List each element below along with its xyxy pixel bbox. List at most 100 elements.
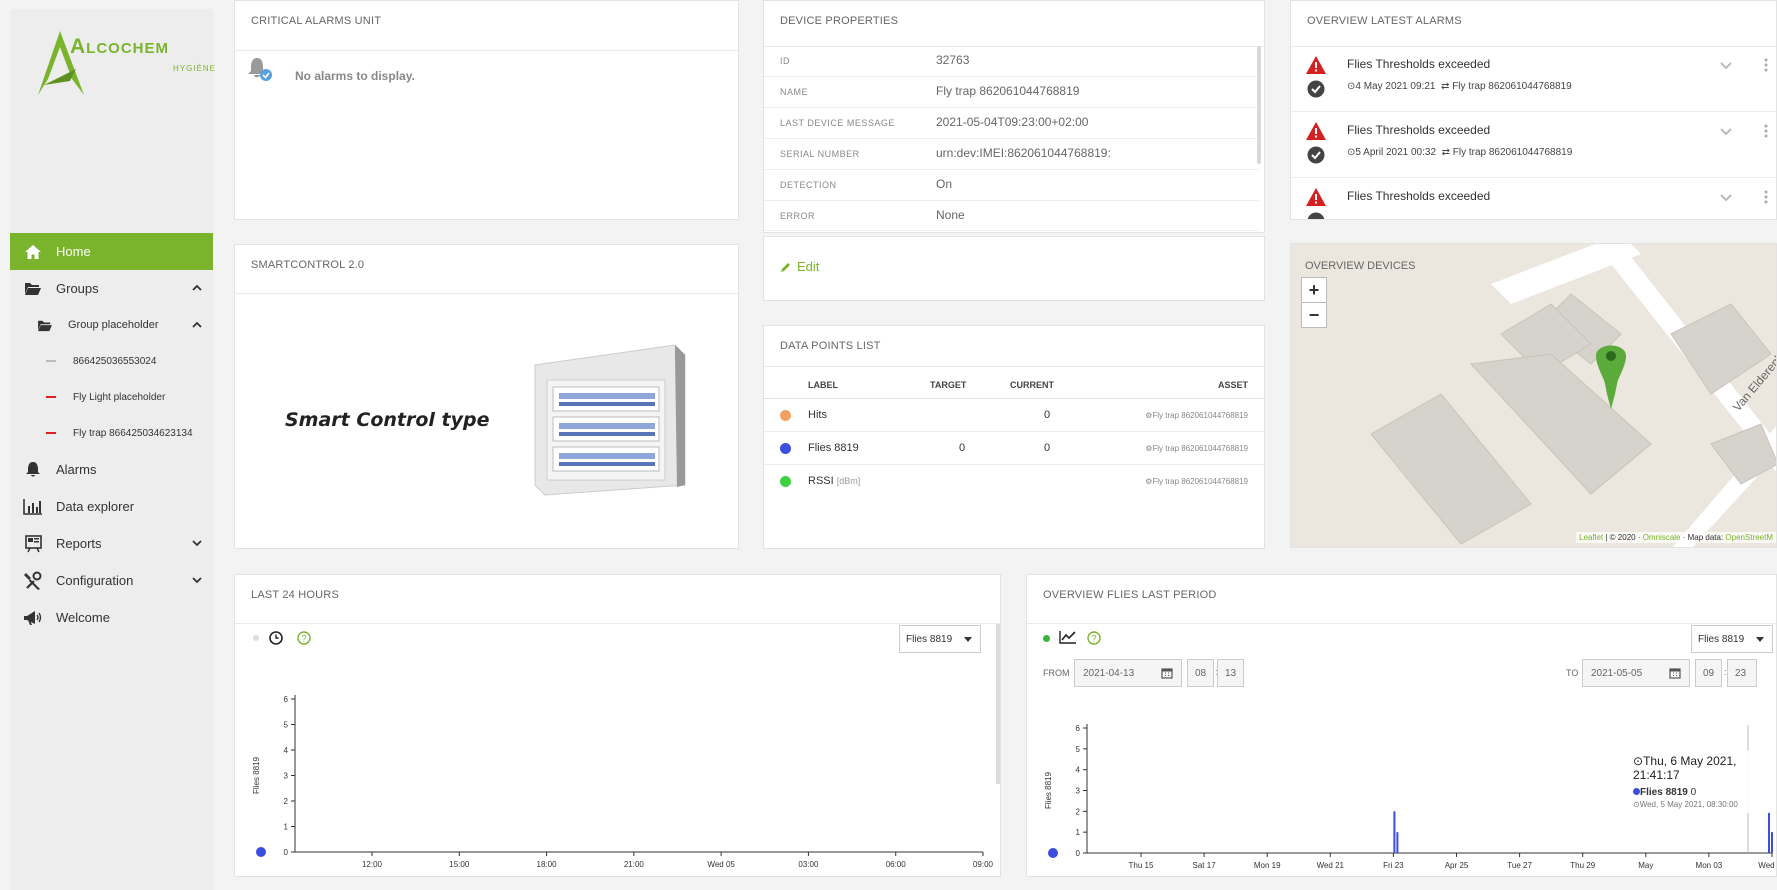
- legend-dot: [1048, 848, 1058, 858]
- chart-tooltip: ⊙Thu, 6 May 2021, 21:41:17 Flies 8819 0 …: [1627, 750, 1776, 813]
- col-target[interactable]: TARGET: [930, 380, 966, 390]
- overview-flies-title: OVERVIEW FLIES LAST PERIOD: [1043, 589, 1217, 601]
- chevron-down-icon[interactable]: [1719, 61, 1733, 71]
- kebab-menu-icon[interactable]: [1763, 123, 1769, 139]
- nav-groups[interactable]: Groups: [10, 270, 213, 307]
- series-select[interactable]: Flies 8819: [1691, 625, 1773, 653]
- last-24-hours-card: LAST 24 HOURS ? Flies 8819 0 1 2 3 4 5 6 12:00 1…: [234, 574, 1001, 877]
- nav-home[interactable]: Home: [10, 233, 213, 270]
- row-current: 0: [1044, 409, 1051, 421]
- table-row[interactable]: Flies 8819 0 0 ⚙Fly trap 862061044768819: [764, 432, 1264, 465]
- nav-fly-light-placeholder[interactable]: Fly Light placeholder: [10, 379, 213, 415]
- zoom-in-button[interactable]: +: [1301, 277, 1327, 303]
- home-icon: [22, 241, 44, 263]
- col-asset[interactable]: ASSET: [1218, 380, 1248, 390]
- warning-icon: [1306, 56, 1326, 74]
- osm-link[interactable]: OpenStreetM: [1725, 533, 1773, 542]
- table-row[interactable]: Hits 0 ⚙Fly trap 862061044768819: [764, 399, 1264, 432]
- chevron-up-icon[interactable]: [191, 282, 203, 294]
- alarm-item[interactable]: Flies Thresholds exceeded: [1291, 179, 1776, 219]
- to-minute-input[interactable]: 23: [1727, 659, 1757, 687]
- tooltip-sub: ⊙Wed, 5 May 2021, 08:30:00: [1633, 800, 1770, 809]
- nav-data-explorer[interactable]: Data explorer: [10, 488, 213, 525]
- svg-text:?: ?: [1091, 634, 1096, 644]
- chevron-down-icon[interactable]: [191, 574, 203, 586]
- help-icon[interactable]: ?: [1087, 631, 1101, 645]
- kebab-menu-icon[interactable]: [1763, 189, 1769, 205]
- row-current: 0: [1044, 442, 1051, 454]
- bell-check-icon: [248, 58, 272, 81]
- alarm-item[interactable]: Flies Thresholds exceeded ⊙5 April 2021 …: [1291, 113, 1776, 178]
- alarm-title: Flies Thresholds exceeded: [1347, 189, 1491, 203]
- overview-devices-map[interactable]: OVERVIEW DEVICES + − Van Elderenla Leafl…: [1290, 243, 1777, 548]
- row-asset-text: Fly trap 862061044768819: [1152, 411, 1248, 420]
- prop-value: None: [936, 208, 965, 222]
- bell-icon: [22, 459, 44, 481]
- alarm-meta: ⊙4 May 2021 09:21 ⇄ Fly trap 86206104476…: [1347, 81, 1572, 92]
- from-hour-input[interactable]: 08: [1187, 659, 1214, 687]
- nav-group-placeholder-label: Group placeholder: [68, 319, 159, 331]
- nav-group-placeholder[interactable]: Group placeholder: [10, 307, 213, 343]
- calendar-icon: [1669, 668, 1681, 679]
- to-hour-input[interactable]: 09: [1695, 659, 1722, 687]
- line-chart-icon[interactable]: [1059, 630, 1077, 644]
- chevron-down-icon[interactable]: [1719, 127, 1733, 137]
- from-date-input[interactable]: 2021-04-13: [1074, 659, 1182, 687]
- svg-text:?: ?: [301, 634, 306, 644]
- zoom-out-button[interactable]: −: [1301, 302, 1327, 328]
- table-row[interactable]: RSSI [dBm] ⚙Fly trap 862061044768819: [764, 465, 1264, 498]
- chevron-down-icon[interactable]: [1719, 193, 1733, 203]
- check-circle-icon: [1307, 80, 1325, 98]
- nav-alarms[interactable]: Alarms: [10, 451, 213, 488]
- tooltip-value: 0: [1690, 787, 1697, 798]
- col-current[interactable]: CURRENT: [1010, 380, 1054, 390]
- warning-icon: [1306, 122, 1326, 140]
- to-date-value: 2021-05-05: [1591, 668, 1643, 679]
- col-label[interactable]: LABEL: [808, 380, 838, 390]
- series-select-value: Flies 8819: [1698, 634, 1745, 645]
- series-select[interactable]: Flies 8819: [899, 625, 981, 653]
- tooltip-sub-text: Wed, 5 May 2021, 08:30:00: [1639, 800, 1738, 809]
- data-bar: [1393, 811, 1396, 853]
- edit-button[interactable]: Edit: [780, 259, 819, 274]
- check-circle-icon: [1307, 212, 1325, 219]
- critical-alarms-card: CRITICAL ALARMS UNIT No alarms to displa…: [234, 0, 739, 220]
- y-tick-label: 0: [1076, 849, 1081, 858]
- y-tick-label: 2: [284, 797, 289, 806]
- leaflet-link[interactable]: Leaflet: [1579, 533, 1603, 542]
- device-red-icon: [44, 386, 58, 408]
- chart-scrollbar[interactable]: [996, 624, 1000, 784]
- series-color-dot: [780, 476, 791, 487]
- device-properties-title: DEVICE PROPERTIES: [780, 15, 899, 27]
- nav-welcome[interactable]: Welcome: [10, 599, 213, 636]
- prop-row-detection: DETECTION On: [764, 170, 1259, 201]
- clock-icon[interactable]: [269, 631, 283, 645]
- nav-reports-label: Reports: [56, 536, 102, 551]
- omniscale-link[interactable]: Omniscale: [1643, 533, 1681, 542]
- kebab-menu-icon[interactable]: [1763, 57, 1769, 73]
- to-date-input[interactable]: 2021-05-05: [1582, 659, 1690, 687]
- nav-configuration[interactable]: Configuration: [10, 562, 213, 599]
- alarm-date: 4 May 2021 09:21: [1355, 81, 1436, 92]
- to-label: TO: [1566, 668, 1579, 678]
- prop-row-error: ERROR None: [764, 201, 1259, 231]
- nav-device-866425036553024[interactable]: 866425036553024: [10, 343, 213, 379]
- x-tick-label: 18:00: [537, 860, 558, 869]
- alarm-item[interactable]: Flies Thresholds exceeded ⊙4 May 2021 09…: [1291, 47, 1776, 112]
- prop-value: On: [936, 177, 953, 191]
- chevron-up-icon[interactable]: [191, 319, 203, 331]
- from-minute-input[interactable]: 13: [1217, 659, 1244, 687]
- nav-fly-trap-866425034623134[interactable]: Fly trap 866425034623134: [10, 415, 213, 451]
- alarm-date: 5 April 2021 00:32: [1355, 147, 1437, 158]
- attrib-data: · Map data:: [1680, 533, 1726, 542]
- attrib-mid: | © 2020 ·: [1603, 533, 1643, 542]
- folder-open-icon: [34, 314, 56, 336]
- nav-reports[interactable]: Reports: [10, 525, 213, 562]
- chevron-down-icon[interactable]: [191, 537, 203, 549]
- brand-name: Alcochem: [70, 35, 169, 58]
- prop-row-name: NAME Fly trap 862061044768819: [764, 77, 1259, 108]
- help-icon[interactable]: ?: [297, 631, 311, 645]
- x-tick-label: 06:00: [886, 860, 907, 869]
- alarm-device: Fly trap 862061044768819: [1452, 81, 1572, 92]
- y-tick-label: 5: [1076, 745, 1081, 754]
